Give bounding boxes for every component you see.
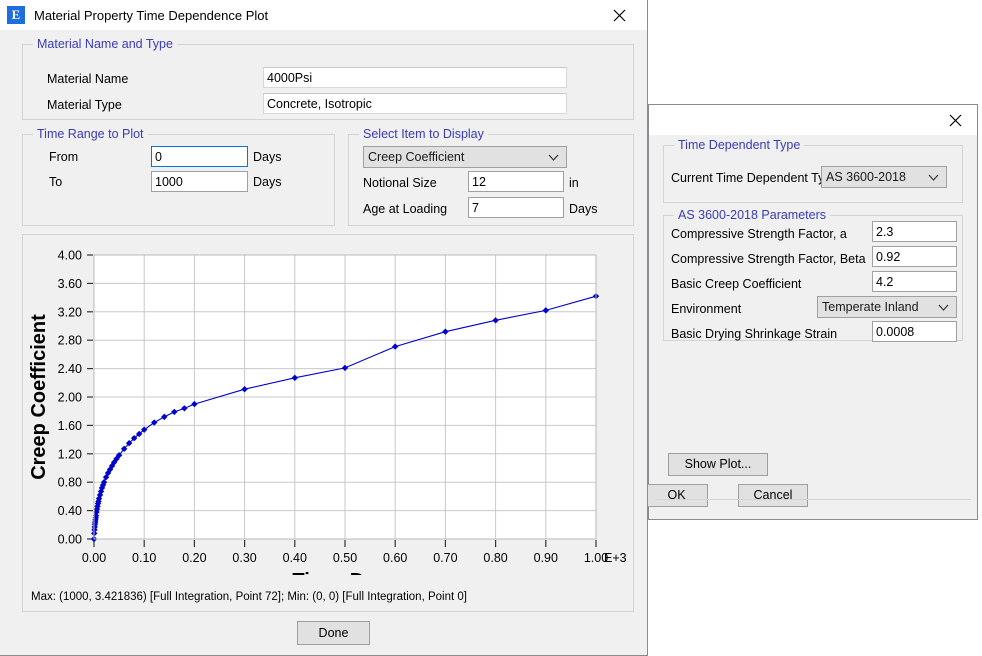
to-unit-label: Days xyxy=(253,175,282,189)
material-type-label: Material Type xyxy=(47,98,122,112)
done-button[interactable]: Done xyxy=(297,621,370,645)
material-name-label: Material Name xyxy=(47,72,129,86)
svg-text:Creep Coefficient: Creep Coefficient xyxy=(28,314,50,480)
svg-text:3.60: 3.60 xyxy=(58,277,82,291)
svg-text:0.60: 0.60 xyxy=(383,551,407,565)
parameters-group-legend: AS 3600-2018 Parameters xyxy=(674,208,831,222)
plot-svg: 0.00 0.40 0.80 1.20 1.60 2.00 2.40 2.80 3.20 3.60… xyxy=(28,249,627,576)
param-label-1: Compressive Strength Factor, Beta xyxy=(671,252,866,266)
param-label-4: Basic Drying Shrinkage Strain xyxy=(671,327,838,341)
svg-text:0.00: 0.00 xyxy=(58,533,82,547)
current-time-dependent-type-combo[interactable]: AS 3600-2018 xyxy=(821,166,947,188)
svg-text:1.60: 1.60 xyxy=(58,419,82,433)
svg-text:2.80: 2.80 xyxy=(58,334,82,348)
svg-text:0.70: 0.70 xyxy=(433,551,457,565)
time-range-legend: Time Range to Plot xyxy=(33,127,148,141)
svg-text:1.20: 1.20 xyxy=(58,447,82,461)
notional-size-label: Notional Size xyxy=(363,176,437,190)
screen: Time Dependent Type Current Time Depende… xyxy=(0,0,982,656)
svg-text:0.40: 0.40 xyxy=(58,504,82,518)
param-input-4[interactable] xyxy=(872,321,957,342)
svg-text:3.20: 3.20 xyxy=(58,305,82,319)
from-input[interactable] xyxy=(151,146,248,167)
svg-text:0.80: 0.80 xyxy=(483,551,507,565)
material-group-legend: Material Name and Type xyxy=(33,37,177,51)
svg-text:0.10: 0.10 xyxy=(132,551,156,565)
age-at-loading-label: Age at Loading xyxy=(363,202,448,216)
display-item-value: Creep Coefficient xyxy=(368,150,465,164)
svg-text:0.30: 0.30 xyxy=(232,551,256,565)
params-window-titlebar xyxy=(649,105,977,135)
close-icon[interactable] xyxy=(597,0,641,30)
param-input-1[interactable] xyxy=(872,246,957,267)
time-dependent-type-legend: Time Dependent Type xyxy=(674,138,805,152)
from-label: From xyxy=(49,150,79,164)
environment-combo[interactable]: Temperate Inland xyxy=(817,296,957,318)
age-at-loading-unit: Days xyxy=(569,202,598,216)
material-property-time-dependence-plot-dialog: E Material Property Time Dependence Plot… xyxy=(0,0,648,656)
etabs-e-icon: E xyxy=(7,6,25,24)
param-label-3: Environment xyxy=(671,302,742,316)
param-input-0[interactable] xyxy=(872,221,957,242)
plot-status-line: Max: (1000, 3.421836) [Full Integration,… xyxy=(31,591,467,603)
svg-text:0.50: 0.50 xyxy=(333,551,357,565)
param-label-0: Compressive Strength Factor, a xyxy=(671,227,847,241)
svg-text:4.00: 4.00 xyxy=(58,249,82,263)
svg-text:2.00: 2.00 xyxy=(58,391,82,405)
ok-button[interactable]: OK xyxy=(645,484,708,507)
svg-text:0.80: 0.80 xyxy=(58,476,82,490)
param-input-2[interactable] xyxy=(872,271,957,292)
display-item-combo[interactable]: Creep Coefficient xyxy=(363,146,567,168)
notional-size-unit: in xyxy=(569,176,579,190)
current-time-dependent-type-value: AS 3600-2018 xyxy=(826,170,906,184)
close-icon[interactable] xyxy=(933,105,977,135)
to-input[interactable] xyxy=(151,171,248,192)
chevron-down-icon xyxy=(548,147,559,167)
svg-text:Time, Days: Time, Days xyxy=(292,570,397,575)
cancel-button[interactable]: Cancel xyxy=(738,484,808,507)
chevron-down-icon xyxy=(938,297,949,317)
creep-coefficient-plot: 0.00 0.40 0.80 1.20 1.60 2.00 2.40 2.80 3.20 3.60… xyxy=(22,234,634,612)
svg-text:2.40: 2.40 xyxy=(58,362,82,376)
select-item-legend: Select Item to Display xyxy=(359,127,488,141)
svg-text:0.90: 0.90 xyxy=(534,551,558,565)
material-name-field[interactable] xyxy=(263,67,567,88)
divider xyxy=(655,499,971,500)
window-title: Material Property Time Dependence Plot xyxy=(34,7,269,23)
notional-size-input[interactable] xyxy=(468,171,564,192)
environment-value: Temperate Inland xyxy=(822,300,919,314)
from-unit-label: Days xyxy=(253,150,282,164)
svg-text:0.40: 0.40 xyxy=(283,551,307,565)
time-dependent-properties-dialog: Time Dependent Type Current Time Depende… xyxy=(645,104,978,520)
current-time-dependent-type-label: Current Time Dependent Type xyxy=(671,171,839,185)
chevron-down-icon xyxy=(928,167,939,187)
svg-text:E+3: E+3 xyxy=(604,551,627,565)
plot-window-titlebar: E Material Property Time Dependence Plot xyxy=(0,0,647,30)
svg-text:0.20: 0.20 xyxy=(182,551,206,565)
param-label-2: Basic Creep Coefficient xyxy=(671,277,802,291)
to-label: To xyxy=(49,175,63,189)
svg-text:0.00: 0.00 xyxy=(82,551,106,565)
age-at-loading-input[interactable] xyxy=(468,197,564,218)
material-type-field[interactable] xyxy=(263,93,567,114)
show-plot-button[interactable]: Show Plot... xyxy=(668,453,768,476)
